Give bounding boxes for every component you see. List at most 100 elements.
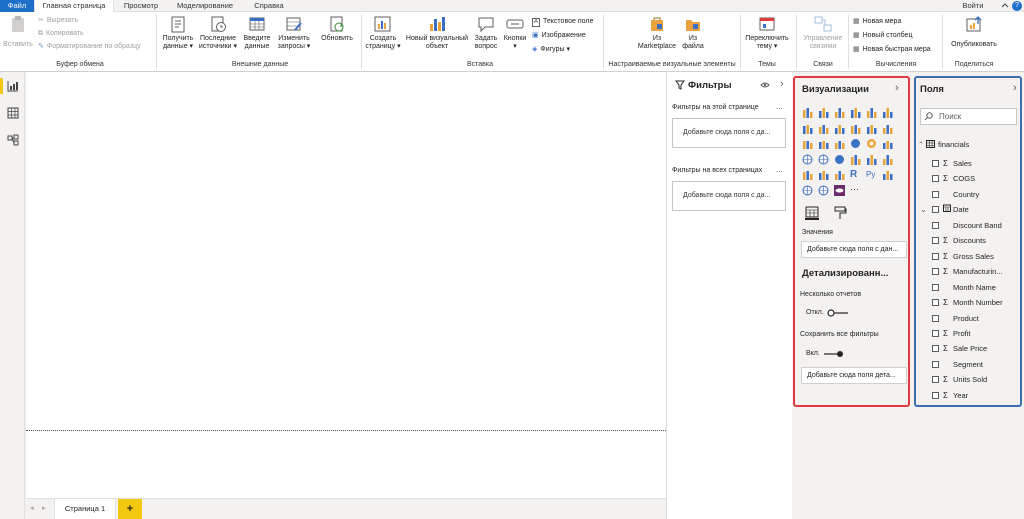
field-checkbox[interactable] [932,360,939,368]
drillthrough-drop-well[interactable]: Добавьте сюда поля дета... [801,367,907,384]
python-icon[interactable]: Py [866,169,877,180]
collapse-visualizations-icon[interactable]: › [895,82,899,94]
field-checkbox[interactable] [932,252,939,260]
field-checkbox[interactable] [932,237,939,245]
filled-map-icon[interactable] [818,154,829,165]
signin-link[interactable]: Войти [955,0,991,12]
field-item[interactable]: Σ Manufacturin... [932,265,1003,278]
tab-home[interactable]: Главная страница [34,0,114,12]
cross-report-toggle[interactable] [827,308,849,318]
field-checkbox[interactable] [932,268,939,276]
publish-button[interactable]: Опубликовать [946,15,1002,49]
matrix-icon[interactable] [834,169,845,181]
pie-chart-icon[interactable] [850,138,861,149]
new-measure-button[interactable]: ▦ Новая мера [853,17,901,27]
key-influencers-icon[interactable] [882,169,893,181]
tab-view[interactable]: Просмотр [116,0,166,12]
field-item[interactable]: Σ COGS [932,172,975,185]
field-item[interactable]: ⌄ Date [920,203,969,216]
search-input[interactable]: Поиск [939,112,961,121]
field-item[interactable]: Σ Sale Price [932,342,987,355]
field-checkbox[interactable] [932,376,939,384]
field-item[interactable]: Month Name [932,281,996,294]
field-item[interactable]: Segment [932,358,983,371]
field-item[interactable]: Σ Year [932,389,968,402]
field-checkbox[interactable] [932,299,939,307]
more-options-icon[interactable]: ... [776,165,783,174]
add-page-button[interactable]: + [118,499,142,519]
field-checkbox[interactable] [932,206,939,214]
collapse-filters-icon[interactable]: › [780,78,784,90]
100-column-icon[interactable] [882,107,893,118]
new-page-button[interactable]: Создать страницу ▾ [364,15,402,51]
line-column-icon[interactable] [850,123,861,134]
slicer-icon[interactable] [802,169,813,181]
report-view-icon[interactable] [7,80,19,92]
donut-chart-icon[interactable] [866,138,877,149]
report-canvas[interactable] [26,72,666,498]
collapse-fields-icon[interactable]: › [1013,82,1017,94]
custom-visual-icon[interactable] [834,185,845,196]
field-checkbox[interactable] [932,221,939,229]
scatter-icon[interactable] [834,138,845,150]
ask-question-button[interactable]: Задать вопрос [471,15,501,51]
recent-sources-button[interactable]: Последние источники ▾ [197,15,239,51]
field-item[interactable]: Σ Profit [932,327,971,340]
page-tab[interactable]: Страница 1 [54,499,116,519]
field-checkbox[interactable] [932,175,939,183]
stacked-column-icon[interactable] [818,107,829,118]
line-clustered-icon[interactable] [866,123,877,134]
table-visual-icon[interactable] [818,169,829,181]
image-button[interactable]: ▣ Изображение [532,31,586,41]
field-item[interactable]: Σ Sales [932,157,972,170]
line-chart-icon[interactable] [802,123,813,134]
clustered-bar-icon[interactable] [834,107,845,118]
buttons-button[interactable]: Кнопки ▾ [502,15,528,51]
tab-file[interactable]: Файл [0,0,34,12]
field-checkbox[interactable] [932,345,939,353]
new-visual-button[interactable]: Новый визуальный объект [404,15,470,51]
keep-filters-toggle[interactable] [823,349,845,359]
field-item[interactable]: Σ Units Sold [932,373,987,386]
refresh-button[interactable]: Обновить [318,15,356,43]
search-field-box[interactable]: Поиск [920,108,1017,125]
field-checkbox[interactable] [932,190,939,198]
table-node-financials[interactable]: ⌃ financials [916,138,1016,151]
enter-data-button[interactable]: Введите данные [240,15,274,51]
field-checkbox[interactable] [932,314,939,322]
card-icon[interactable] [850,154,861,165]
help-icon[interactable]: ? [1012,1,1022,11]
paint-roller-icon[interactable] [833,206,847,220]
ribbon-chart-icon[interactable] [882,123,893,134]
funnel-chart-icon[interactable] [818,138,829,150]
field-item[interactable]: Σ Discounts [932,234,986,247]
filter-drop-zone-all-pages[interactable]: Добавьте сюда поля с да... [672,181,786,211]
fields-tab-icon[interactable] [805,206,819,220]
shapes-button[interactable]: ◈ Фигуры ▾ [532,45,570,55]
prev-page-arrow[interactable]: ◂ [30,504,34,512]
area-chart-icon[interactable] [818,123,829,134]
from-marketplace-button[interactable]: Из Marketplace [634,15,680,51]
get-data-button[interactable]: Получить данные ▾ [160,15,196,51]
qa-icon[interactable] [818,185,829,196]
clustered-column-icon[interactable] [850,107,861,118]
filter-drop-zone-page[interactable]: Добавьте сюда поля с да... [672,118,786,148]
kpi-icon[interactable] [882,154,893,165]
multirow-card-icon[interactable] [866,154,877,165]
field-item[interactable]: Σ Month Number [932,296,1003,309]
values-drop-well[interactable]: Добавьте сюда поля с дан... [801,241,907,258]
stacked-bar-icon[interactable] [802,107,813,118]
tab-modeling[interactable]: Моделирование [168,0,242,12]
more-visuals-icon[interactable]: ··· [850,185,861,196]
copy-button[interactable]: ⧉ Копировать [38,29,84,39]
field-checkbox[interactable] [932,329,939,337]
field-item[interactable]: Discount Band [932,219,1002,232]
tab-help[interactable]: Справка [246,0,292,12]
decomposition-tree-icon[interactable] [802,185,813,196]
field-checkbox[interactable] [932,391,939,399]
cut-button[interactable]: ✂ Вырезать [38,16,78,26]
field-item[interactable]: Country [932,188,979,201]
eye-icon[interactable] [760,81,770,89]
field-checkbox[interactable] [932,160,939,167]
format-painter-button[interactable]: ✎ Форматирование по образцу [38,42,141,52]
